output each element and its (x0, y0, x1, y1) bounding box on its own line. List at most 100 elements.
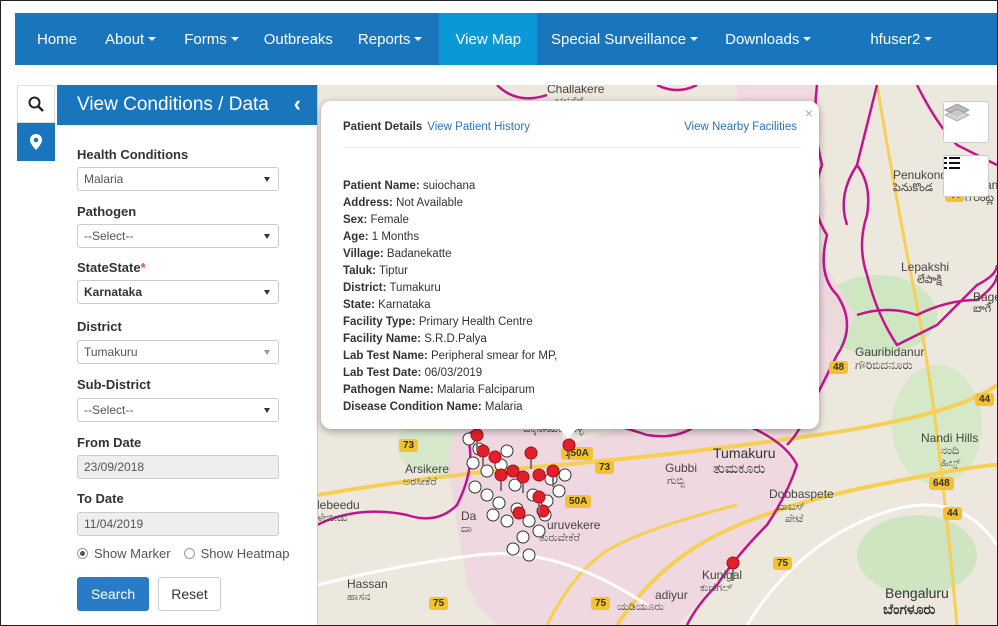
state-label: StateState* (77, 260, 146, 275)
map-label: ಪೇಟೆ (785, 513, 804, 525)
caret-down-icon (924, 37, 933, 41)
nav-reports[interactable]: Reports (344, 13, 434, 65)
map-label: బాగే (973, 303, 992, 315)
detail-key: Sex: (343, 214, 368, 226)
map-label: ಯಡಿಯೂರು (617, 601, 664, 613)
sub-district-select[interactable]: --Select-- (77, 398, 279, 422)
highway-shield: 44 (975, 393, 995, 406)
show-heatmap-radio[interactable] (183, 548, 195, 559)
nav-downloads[interactable]: Downloads (709, 13, 822, 65)
detail-row: Facility Name: S.R.D.Palya (343, 331, 557, 348)
patient-details-list: Patient Name: suiochana Address: Not Ava… (343, 178, 557, 416)
caret-down-icon (690, 37, 699, 41)
chevron-left-icon[interactable]: ‹ (294, 91, 301, 117)
select-value: --Select-- (84, 403, 134, 417)
state-select[interactable]: Karnataka (77, 280, 279, 304)
nav-view-map[interactable]: View Map (439, 13, 538, 65)
detail-value: suiochana (422, 180, 476, 192)
to-date-input[interactable]: 11/04/2019 (77, 512, 279, 536)
detail-value: Peripheral smear for MP, (430, 350, 558, 362)
select-value: Tumakuru (84, 345, 138, 359)
district-select[interactable]: Tumakuru (77, 340, 279, 364)
detail-value: Malaria (484, 401, 523, 413)
detail-value: S.R.D.Palya (424, 333, 487, 345)
detail-row: Disease Condition Name: Malaria (343, 399, 557, 416)
highway-shield: 648 (929, 477, 954, 490)
search-tab[interactable] (17, 85, 55, 123)
detail-value: Karnataka (378, 299, 431, 311)
map-label: ಗುಬ್ಬಿ (667, 475, 686, 487)
dropdown-arrow-icon (264, 408, 270, 413)
show-marker-radio[interactable] (77, 548, 88, 559)
map-label: ದಾ (461, 523, 472, 535)
detail-row: State: Karnataka (343, 297, 557, 314)
caret-down-icon (230, 37, 239, 41)
map-label: ಹಿಲ್ಸ್ (941, 457, 961, 469)
sub-district-label: Sub-District (77, 377, 151, 392)
detail-value: Female (370, 214, 409, 226)
search-button[interactable]: Search (77, 577, 149, 611)
highway-shield: 44 (943, 507, 963, 520)
highway-shield: 50A (565, 495, 592, 508)
detail-row: Village: Badanekatte (343, 246, 557, 263)
highway-shield: 75 (429, 597, 449, 610)
input-value: 11/04/2019 (84, 517, 144, 531)
health-conditions-select[interactable]: Malaria (77, 167, 279, 191)
detail-key: Pathogen Name: (343, 384, 434, 396)
highway-shield: 73 (399, 439, 419, 452)
detail-row: Sex: Female (343, 212, 557, 229)
show-heatmap-label: Show Heatmap (200, 546, 290, 561)
map-label: Kunigal (702, 568, 743, 582)
from-date-input[interactable]: 23/09/2018 (77, 455, 279, 479)
map-label: Dobbaspete (769, 487, 834, 501)
nav-home[interactable]: Home (15, 13, 88, 65)
layers-button[interactable] (943, 101, 989, 143)
map-label: Arsikere (405, 462, 450, 476)
map-label: లేపాక్షి (917, 274, 942, 286)
highway-shield: 75 (773, 557, 793, 570)
map-label: ಕುಣಿಗಲ್ (700, 582, 733, 594)
detail-value: Badanekatte (386, 248, 452, 260)
view-nearby-facilities-link[interactable]: View Nearby Facilities (684, 121, 797, 133)
nav-label: hfuser2 (870, 30, 921, 48)
nav-label: Special Surveillance (551, 30, 687, 48)
nav-label: View Map (455, 30, 522, 48)
detail-row: Address: Not Available (343, 195, 557, 212)
nav-about[interactable]: About (88, 13, 167, 65)
map-label: ಬೆಂಗಳೂರು (883, 601, 936, 617)
required-mark: * (140, 260, 146, 275)
select-value: --Select-- (84, 229, 134, 243)
detail-row: Taluk: Tiptur (343, 263, 557, 280)
nav-special-surveillance[interactable]: Special Surveillance (537, 13, 709, 65)
map-label: uruvekere (547, 518, 601, 532)
filter-panel: View Conditions / Data ‹ Health Conditio… (57, 85, 318, 625)
detail-row: Lab Test Name: Peripheral smear for MP, (343, 348, 557, 365)
search-icon (28, 96, 44, 112)
nav-forms[interactable]: Forms (167, 13, 250, 65)
nav-user-menu[interactable]: hfuser2 (822, 13, 943, 65)
caret-down-icon (414, 37, 423, 41)
nav-label: Home (37, 30, 78, 48)
detail-row: Age: 1 Months (343, 229, 557, 246)
map-label: ತುಮಕೂರು (713, 460, 766, 476)
map-pin-tab[interactable] (17, 123, 55, 161)
pathogen-select[interactable]: --Select-- (77, 224, 279, 248)
detail-key: Facility Type: (343, 316, 416, 328)
view-patient-history-link[interactable]: View Patient History (427, 121, 530, 133)
detail-row: District: Tumakuru (343, 280, 557, 297)
detail-value: Tumakuru (389, 282, 441, 294)
detail-row: Patient Name: suiochana (343, 178, 557, 195)
nav-outbreaks[interactable]: Outbreaks (250, 13, 344, 65)
reset-button[interactable]: Reset (158, 577, 221, 611)
detail-key: Disease Condition Name: (343, 401, 482, 413)
highway-shield: 48 (829, 361, 849, 374)
close-icon[interactable]: × (805, 105, 813, 121)
caret-down-icon (148, 37, 157, 41)
panel-title: View Conditions / Data (77, 94, 269, 115)
detail-row: Lab Test Date: 06/03/2019 (343, 365, 557, 382)
legend-list-button[interactable] (943, 155, 989, 197)
detail-value: 1 Months (371, 231, 420, 243)
highway-shield: 73 (595, 461, 615, 474)
detail-value: Primary Health Centre (418, 316, 533, 328)
highway-shield: 150A (561, 447, 593, 460)
